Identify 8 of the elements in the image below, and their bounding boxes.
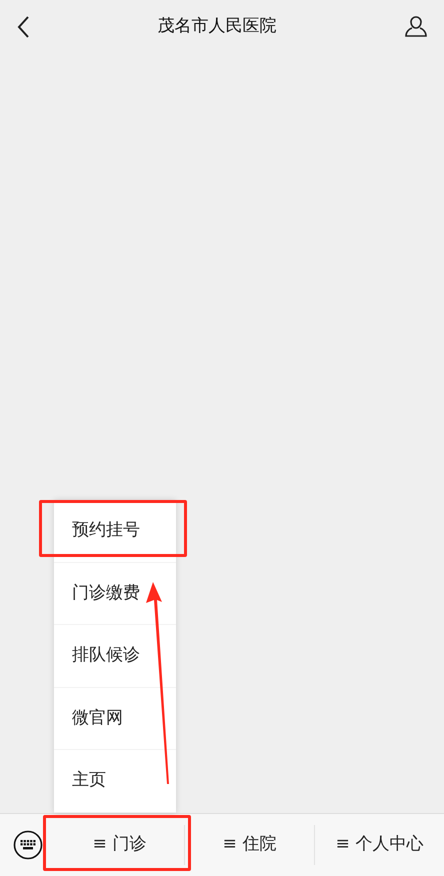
page-title: 茂名市人民医院 bbox=[158, 15, 276, 38]
menu-item[interactable]: 预约挂号 bbox=[54, 500, 176, 562]
menu-tab[interactable]: ≡ 个人中心 bbox=[314, 825, 444, 865]
menu-tab[interactable]: ≡ 门诊 bbox=[55, 825, 184, 865]
keyboard-icon[interactable] bbox=[12, 830, 42, 860]
user-icon[interactable] bbox=[404, 15, 428, 39]
menu-tab[interactable]: ≡ 住院 bbox=[184, 825, 314, 865]
back-icon[interactable] bbox=[16, 15, 30, 39]
